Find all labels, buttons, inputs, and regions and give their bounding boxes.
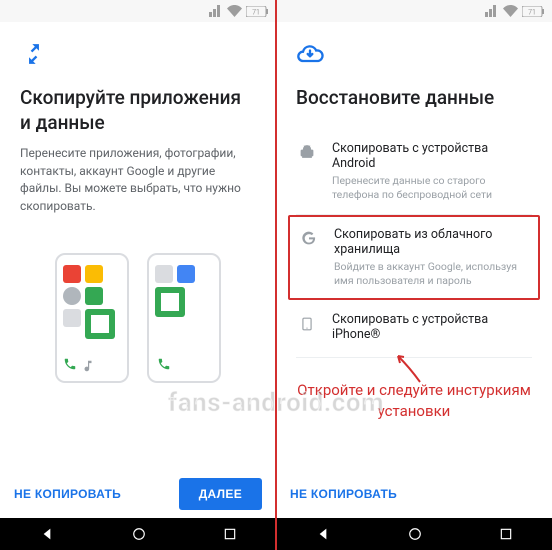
signal-icon: [209, 5, 223, 17]
option-title: Скопировать с устройства iPhone®: [332, 312, 532, 342]
nav-home-icon[interactable]: [408, 527, 422, 541]
option-subtitle: Перенесите данные со старого телефона по…: [332, 174, 532, 202]
nav-recent-icon[interactable]: [499, 527, 513, 541]
android-icon: [296, 141, 318, 163]
screens-divider: [275, 0, 277, 550]
page-title: Скопируйте приложения и данные: [20, 86, 256, 135]
cloud-download-icon: [296, 40, 532, 72]
phones-illustration: [20, 253, 256, 383]
skip-button[interactable]: НЕ КОПИРОВАТЬ: [290, 487, 397, 501]
battery-icon: 71: [522, 6, 544, 17]
google-g-icon: [298, 227, 320, 247]
annotation-text: Откройте и следуйте инстуркиям установки: [296, 380, 532, 421]
phone-left: [55, 253, 129, 383]
nav-back-icon[interactable]: [315, 526, 331, 542]
nav-recent-icon[interactable]: [223, 527, 237, 541]
transfer-arrows-icon: [20, 40, 256, 72]
bottom-actions: НЕ КОПИРОВАТЬ: [276, 470, 552, 518]
iphone-icon: [296, 312, 318, 334]
page-subtitle: Перенесите приложения, фотографии, конта…: [20, 145, 256, 215]
svg-text:71: 71: [528, 8, 536, 16]
wifi-icon: [227, 5, 242, 17]
screen-restore-data: 71 Восстановите данные Скопировать с уст…: [276, 0, 552, 550]
option-subtitle: Войдите в аккаунт Google, используя имя …: [334, 260, 530, 288]
annotation-arrow-icon: [390, 350, 430, 384]
status-bar: 71: [0, 0, 276, 22]
nav-home-icon[interactable]: [132, 527, 146, 541]
next-button[interactable]: ДАЛЕЕ: [179, 478, 262, 510]
status-bar: 71: [276, 0, 552, 22]
bottom-actions: НЕ КОПИРОВАТЬ ДАЛЕЕ: [0, 470, 276, 518]
battery-icon: 71: [246, 6, 268, 17]
wifi-icon: [503, 5, 518, 17]
option-title: Скопировать из облачного хранилища: [334, 227, 530, 257]
content-area: Скопируйте приложения и данные Перенесит…: [0, 22, 276, 470]
option-android-device[interactable]: Скопировать с устройства Android Перенес…: [296, 129, 532, 215]
signal-icon: [485, 5, 499, 17]
page-title: Восстановите данные: [296, 86, 532, 111]
content-area: Восстановите данные Скопировать с устрой…: [276, 22, 552, 470]
option-title: Скопировать с устройства Android: [332, 141, 532, 171]
screen-copy-apps: 71 Скопируйте приложения и данные Перене…: [0, 0, 276, 550]
android-nav-bar: [0, 518, 276, 550]
android-nav-bar: [276, 518, 552, 550]
skip-button[interactable]: НЕ КОПИРОВАТЬ: [14, 487, 121, 501]
option-cloud-backup[interactable]: Скопировать из облачного хранилища Войди…: [288, 215, 540, 300]
phone-right: [147, 253, 221, 383]
nav-back-icon[interactable]: [39, 526, 55, 542]
svg-text:71: 71: [252, 8, 260, 16]
